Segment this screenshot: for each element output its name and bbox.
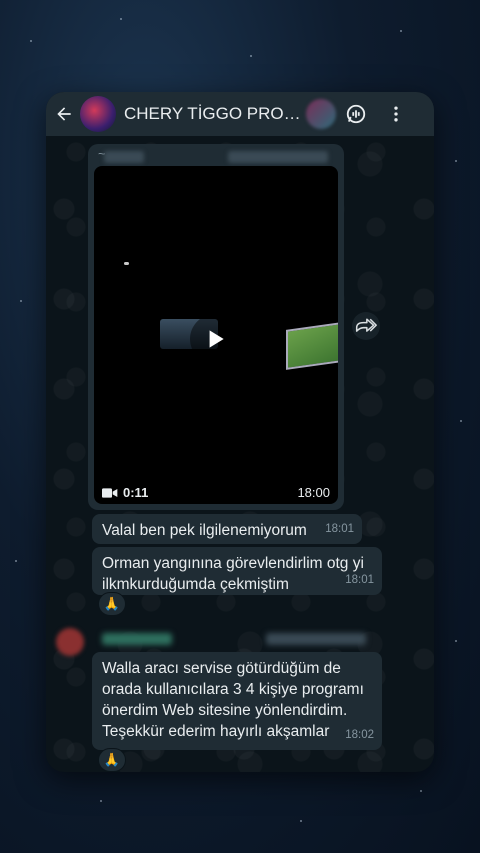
sender-avatar-redacted (56, 628, 84, 656)
video-frame-screen (286, 322, 338, 370)
message-bubble[interactable]: Valal ben pek ilgilenemiyorum 18:01 (92, 514, 362, 544)
message-time: 18:01 (325, 523, 354, 535)
video-frame-light (124, 262, 129, 265)
chat-header: CHERY TİGGO PRO M... (46, 92, 434, 136)
video-duration: 0:11 (102, 485, 148, 500)
background-star (300, 820, 302, 822)
video-time: 18:00 (297, 485, 330, 500)
message-bubble[interactable]: Orman yangınına görevlendirlim otg yi il… (92, 547, 382, 595)
sender-info-redacted (266, 633, 366, 645)
more-vertical-icon (394, 106, 398, 122)
background-star (15, 560, 17, 562)
background-star (30, 40, 32, 42)
chat-title[interactable]: CHERY TİGGO PRO M... (124, 104, 302, 124)
background-star (460, 420, 462, 422)
video-player[interactable]: 0:11 18:00 (94, 166, 338, 504)
video-footer: 0:11 18:00 (102, 485, 330, 500)
video-camera-icon (102, 487, 118, 498)
header-thumbnail (306, 99, 336, 129)
message-text: Valal ben pek ilgilenemiyorum (102, 522, 307, 539)
message-text: Walla aracı servise götürdüğüm de orada … (102, 660, 364, 740)
chat-window: CHERY TİGGO PRO M... ~ 0:11 18:00 Valal … (46, 92, 434, 772)
background-star (20, 300, 22, 302)
video-message: ~ 0:11 18:00 (88, 144, 344, 510)
background-star (100, 800, 102, 802)
voice-chat-button[interactable] (336, 92, 376, 136)
back-button[interactable] (48, 92, 80, 136)
group-avatar[interactable] (80, 96, 116, 132)
background-star (455, 640, 457, 642)
sender-info-redacted (228, 151, 328, 163)
sender-name-redacted (104, 151, 144, 163)
background-star (420, 790, 422, 792)
background-star (455, 160, 457, 162)
play-button[interactable] (190, 314, 240, 364)
message-bubble[interactable]: Walla aracı servise götürdüğüm de orada … (92, 652, 382, 750)
message-time: 18:02 (345, 729, 374, 741)
play-icon (209, 330, 224, 348)
arrow-left-icon (57, 107, 71, 121)
forward-button[interactable] (352, 312, 380, 340)
video-duration-text: 0:11 (123, 485, 149, 500)
menu-button[interactable] (376, 92, 416, 136)
message-reaction[interactable]: 🙏 (98, 748, 126, 772)
sender-name-redacted (102, 633, 172, 645)
message-reaction[interactable]: 🙏 (98, 592, 126, 616)
background-star (250, 55, 252, 57)
forward-icon (355, 318, 377, 332)
voice-chat-icon (346, 104, 366, 124)
background-star (120, 18, 122, 20)
message-text: Orman yangınına görevlendirlim otg yi il… (102, 555, 364, 593)
message-time: 18:01 (345, 574, 374, 586)
background-star (400, 30, 402, 32)
